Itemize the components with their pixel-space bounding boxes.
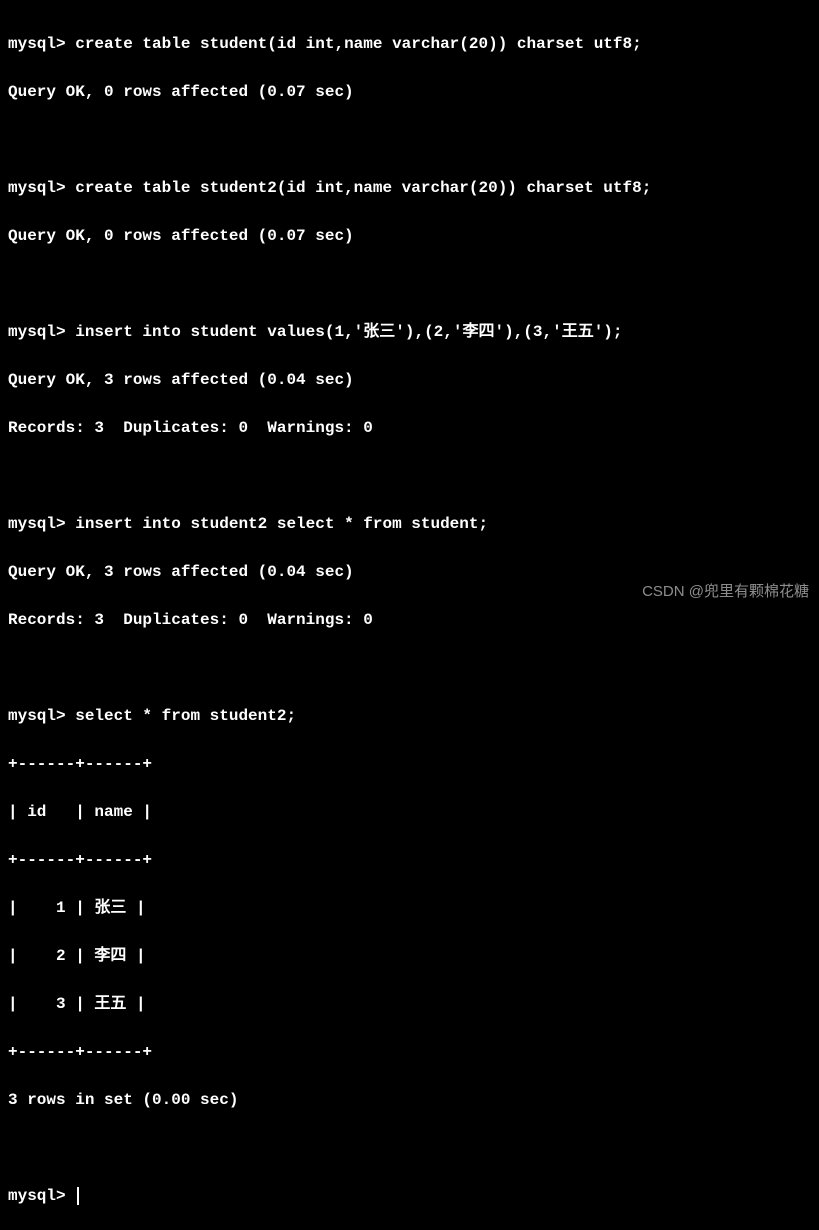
result-line: Query OK, 0 rows affected (0.07 sec) bbox=[8, 224, 811, 248]
table-header: | id | name | bbox=[8, 800, 811, 824]
blank-line bbox=[8, 656, 811, 680]
command-line-5: mysql> select * from student2; bbox=[8, 704, 811, 728]
terminal-output: mysql> create table student(id int,name … bbox=[8, 8, 811, 1230]
mysql-prompt: mysql> bbox=[8, 1187, 75, 1205]
sql-create-student: create table student(id int,name varchar… bbox=[75, 35, 642, 53]
cursor-icon bbox=[77, 1187, 79, 1205]
table-row: | 1 | 张三 | bbox=[8, 896, 811, 920]
blank-line bbox=[8, 272, 811, 296]
table-border-mid: +------+------+ bbox=[8, 848, 811, 872]
command-line-1: mysql> create table student(id int,name … bbox=[8, 32, 811, 56]
blank-line bbox=[8, 128, 811, 152]
table-border-top: +------+------+ bbox=[8, 752, 811, 776]
blank-line bbox=[8, 464, 811, 488]
sql-create-student2: create table student2(id int,name varcha… bbox=[75, 179, 651, 197]
mysql-prompt: mysql> bbox=[8, 323, 75, 341]
result-line: Query OK, 0 rows affected (0.07 sec) bbox=[8, 80, 811, 104]
mysql-prompt: mysql> bbox=[8, 707, 75, 725]
result-line: Query OK, 3 rows affected (0.04 sec) bbox=[8, 368, 811, 392]
sql-insert-student2: insert into student2 select * from stude… bbox=[75, 515, 488, 533]
result-line: 3 rows in set (0.00 sec) bbox=[8, 1088, 811, 1112]
mysql-prompt: mysql> bbox=[8, 35, 75, 53]
blank-line bbox=[8, 1136, 811, 1160]
command-line-2: mysql> create table student2(id int,name… bbox=[8, 176, 811, 200]
table-row: | 3 | 王五 | bbox=[8, 992, 811, 1016]
sql-select-student2: select * from student2; bbox=[75, 707, 296, 725]
command-line-4: mysql> insert into student2 select * fro… bbox=[8, 512, 811, 536]
command-line-3: mysql> insert into student values(1,'张三'… bbox=[8, 320, 811, 344]
result-line: Records: 3 Duplicates: 0 Warnings: 0 bbox=[8, 416, 811, 440]
watermark-text: CSDN @兜里有颗棉花糖 bbox=[642, 581, 809, 604]
table-border-bottom: +------+------+ bbox=[8, 1040, 811, 1064]
table-row: | 2 | 李四 | bbox=[8, 944, 811, 968]
result-line: Records: 3 Duplicates: 0 Warnings: 0 bbox=[8, 608, 811, 632]
command-line-active[interactable]: mysql> bbox=[8, 1184, 811, 1208]
mysql-prompt: mysql> bbox=[8, 515, 75, 533]
mysql-prompt: mysql> bbox=[8, 179, 75, 197]
sql-insert-student: insert into student values(1,'张三'),(2,'李… bbox=[75, 323, 622, 341]
